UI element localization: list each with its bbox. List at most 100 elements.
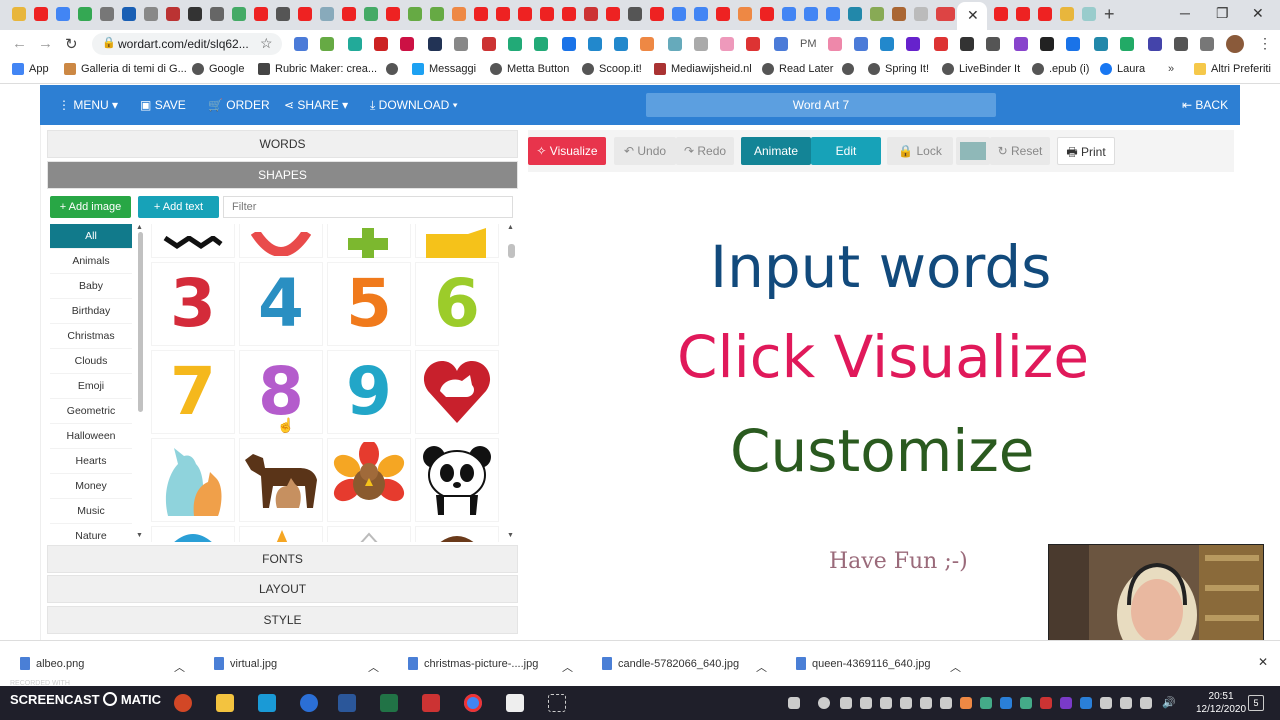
tray-icon[interactable]: [920, 697, 932, 709]
redo-button[interactable]: ↷ Redo: [676, 137, 734, 165]
extension-icon[interactable]: [774, 37, 788, 51]
close-window-icon[interactable]: ✕: [1252, 5, 1264, 22]
category-item[interactable]: Emoji: [50, 374, 132, 399]
tab-favicon-icon[interactable]: [474, 7, 488, 21]
tab-favicon-icon[interactable]: [584, 7, 598, 21]
category-item[interactable]: Christmas: [50, 324, 132, 349]
tab-layout[interactable]: LAYOUT: [47, 575, 518, 603]
extension-icon[interactable]: [1094, 37, 1108, 51]
shape-tile[interactable]: [415, 526, 499, 542]
back-arrow-icon[interactable]: ←: [12, 35, 27, 52]
app-icon[interactable]: [422, 694, 440, 712]
tab-words[interactable]: WORDS: [47, 130, 518, 158]
chevron-up-icon[interactable]: ︿: [174, 659, 185, 675]
bookmark-star-icon[interactable]: ☆: [260, 35, 273, 52]
extensions-puzzle-icon[interactable]: [1174, 37, 1188, 51]
add-text-button[interactable]: + Add text: [138, 196, 219, 218]
shape-tile[interactable]: [327, 224, 411, 258]
extension-icon[interactable]: [880, 37, 894, 51]
taskbar-clock[interactable]: 20:51 12/12/2020: [1196, 690, 1246, 716]
tab-favicon-icon[interactable]: [254, 7, 268, 21]
animate-button[interactable]: Animate: [741, 137, 811, 165]
tab-favicon-icon[interactable]: [56, 7, 70, 21]
tray-icon[interactable]: [860, 697, 872, 709]
edit-button[interactable]: Edit: [811, 137, 881, 165]
chrome-icon[interactable]: [464, 694, 482, 712]
tab-favicon-icon[interactable]: [1038, 7, 1052, 21]
extension-icon[interactable]: [400, 37, 414, 51]
shape-tile[interactable]: [415, 350, 499, 434]
tab-favicon-icon[interactable]: [826, 7, 840, 21]
extension-icon[interactable]: [1120, 37, 1134, 51]
chevron-up-icon[interactable]: ︿: [950, 659, 961, 675]
category-item[interactable]: Hearts: [50, 449, 132, 474]
shape-tile[interactable]: [327, 526, 411, 542]
tray-icon[interactable]: [940, 697, 952, 709]
tab-favicon-icon[interactable]: [496, 7, 510, 21]
bookmark-item[interactable]: Scoop.it!: [582, 63, 642, 75]
edge-icon[interactable]: [300, 694, 318, 712]
tab-favicon-icon[interactable]: [650, 7, 664, 21]
download-item[interactable]: candle-5782066_640.jpg: [602, 657, 739, 670]
tab-favicon-icon[interactable]: [914, 7, 928, 21]
bookmark-item[interactable]: Mediawijsheid.nl: [654, 63, 752, 75]
category-item[interactable]: Clouds: [50, 349, 132, 374]
tab-favicon-icon[interactable]: [1060, 7, 1074, 21]
ext-pm-label[interactable]: PM: [800, 38, 817, 50]
download-item[interactable]: virtual.jpg: [214, 657, 277, 670]
tray-icon[interactable]: [818, 697, 830, 709]
menu-button[interactable]: ⋮ MENU ▾: [58, 98, 118, 112]
lock-button[interactable]: 🔒 Lock: [887, 137, 953, 165]
tab-favicon-icon[interactable]: [760, 7, 774, 21]
tab-style[interactable]: STYLE: [47, 606, 518, 634]
shape-tile[interactable]: [239, 224, 323, 258]
excel-icon[interactable]: [380, 694, 398, 712]
tray-icon[interactable]: [788, 697, 800, 709]
shape-tile[interactable]: 4: [239, 262, 323, 346]
shape-tile[interactable]: [151, 526, 235, 542]
extension-icon[interactable]: [374, 37, 388, 51]
extension-icon[interactable]: [454, 37, 468, 51]
tab-favicon-icon[interactable]: [804, 7, 818, 21]
tab-favicon-icon[interactable]: [562, 7, 576, 21]
shape-tile[interactable]: [415, 224, 499, 258]
shape-tile[interactable]: [327, 438, 411, 522]
tab-favicon-icon[interactable]: [342, 7, 356, 21]
extension-icon[interactable]: [1014, 37, 1028, 51]
back-button[interactable]: ⇤ BACK: [1182, 98, 1228, 112]
tray-icon[interactable]: [1040, 697, 1052, 709]
category-item[interactable]: Halloween: [50, 424, 132, 449]
filter-input[interactable]: [223, 196, 513, 218]
tab-favicon-icon[interactable]: [100, 7, 114, 21]
tab-favicon-icon[interactable]: [628, 7, 642, 21]
close-tab-icon[interactable]: ✕: [967, 7, 979, 24]
tab-favicon-icon[interactable]: [430, 7, 444, 21]
visualize-button[interactable]: ✧ Visualize: [528, 137, 606, 165]
tab-favicon-icon[interactable]: [232, 7, 246, 21]
download-item[interactable]: queen-4369116_640.jpg: [796, 657, 930, 670]
extension-icon[interactable]: [482, 37, 496, 51]
tab-favicon-icon[interactable]: [386, 7, 400, 21]
chevron-up-icon[interactable]: ︿: [562, 659, 573, 675]
tab-favicon-icon[interactable]: [672, 7, 686, 21]
shape-tile[interactable]: [151, 438, 235, 522]
notification-center-icon[interactable]: 5: [1248, 695, 1264, 711]
extension-icon[interactable]: [1066, 37, 1080, 51]
bookmark-item[interactable]: Messaggi: [412, 63, 476, 75]
tab-favicon-icon[interactable]: [540, 7, 554, 21]
reading-list-icon[interactable]: [1200, 37, 1214, 51]
order-button[interactable]: 🛒 ORDER: [208, 98, 270, 112]
tab-favicon-icon[interactable]: [694, 7, 708, 21]
tab-favicon-icon[interactable]: [144, 7, 158, 21]
category-item[interactable]: Baby: [50, 274, 132, 299]
tray-icon[interactable]: [840, 697, 852, 709]
shape-tile[interactable]: [239, 438, 323, 522]
new-tab-icon[interactable]: +: [1104, 4, 1115, 25]
powerpoint-icon[interactable]: [174, 694, 192, 712]
tab-favicon-icon[interactable]: [848, 7, 862, 21]
extension-icon[interactable]: [906, 37, 920, 51]
tab-favicon-icon[interactable]: [518, 7, 532, 21]
tab-favicon-icon[interactable]: [782, 7, 796, 21]
share-button[interactable]: ⋖ SHARE ▾: [284, 98, 348, 112]
active-tab[interactable]: ✕: [941, 2, 987, 30]
